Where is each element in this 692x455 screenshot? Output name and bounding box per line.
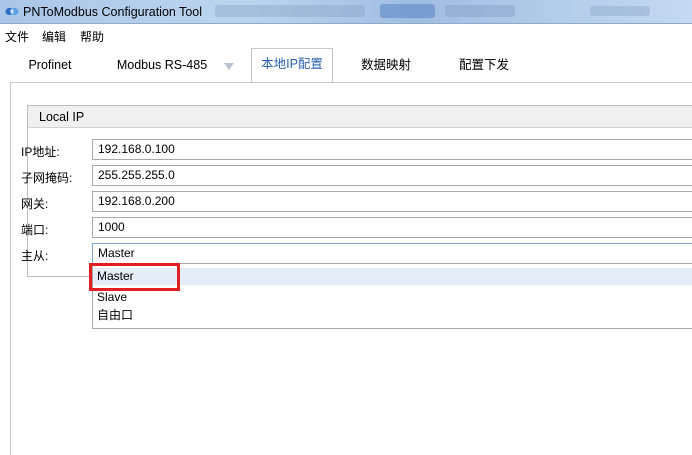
blurred-title-region [215, 5, 365, 17]
dropdown-option-slave[interactable]: Slave [93, 289, 692, 306]
tab-local-ip-config[interactable]: 本地IP配置 [251, 48, 333, 83]
menu-help[interactable]: 帮助 [80, 28, 104, 45]
window-title: PNToModbus Configuration Tool [23, 5, 203, 19]
tab-config-download[interactable]: 配置下发 [441, 52, 527, 82]
tab-data-mapping[interactable]: 数据映射 [346, 52, 426, 82]
blurred-title-region [590, 6, 650, 16]
menu-file[interactable]: 文件 [5, 28, 29, 45]
app-logo-icon [5, 7, 19, 16]
master-slave-dropdown-list: Master Slave 自由口 [92, 263, 692, 329]
menu-bar: 文件 编辑 帮助 [0, 25, 692, 46]
app-window: PNToModbus Configuration Tool 文件 编辑 帮助 P… [0, 0, 692, 455]
tab-modbus-rs485[interactable]: Modbus RS-485 [103, 52, 221, 82]
dropdown-option-free-port[interactable]: 自由口 [93, 307, 692, 324]
menu-edit[interactable]: 编辑 [42, 28, 66, 45]
subnet-mask-input[interactable]: 255.255.255.0 [92, 165, 692, 186]
ip-address-label: IP地址: [21, 145, 60, 159]
blurred-title-region [380, 4, 435, 18]
gateway-label: 网关: [21, 197, 49, 211]
dropdown-option-master[interactable]: Master [93, 268, 692, 285]
ip-address-input[interactable]: 192.168.0.100 [92, 139, 692, 160]
tab-strip: Profinet Modbus RS-485 本地IP配置 数据映射 配置下发 [0, 46, 692, 83]
blurred-title-region [445, 5, 515, 17]
group-header: Local IP [28, 106, 692, 128]
gateway-input[interactable]: 192.168.0.200 [92, 191, 692, 212]
group-title: Local IP [39, 110, 85, 124]
title-bar[interactable]: PNToModbus Configuration Tool [0, 0, 692, 24]
master-slave-label: 主从: [21, 249, 49, 263]
master-slave-select[interactable]: Master [92, 243, 692, 264]
port-label: 端口: [21, 223, 49, 237]
tab-profinet[interactable]: Profinet [14, 52, 86, 82]
subnet-mask-label: 子网掩码: [21, 171, 73, 185]
port-input[interactable]: 1000 [92, 217, 692, 238]
tab-dropdown-arrow-icon[interactable] [224, 63, 234, 70]
